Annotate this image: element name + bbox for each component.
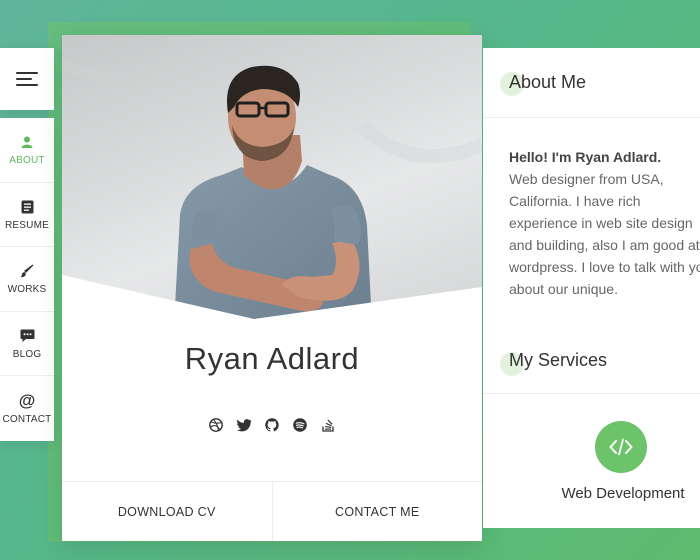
service-label-web-development: Web Development [561, 485, 685, 502]
nav-item-resume[interactable]: RESUME [0, 183, 54, 248]
services-header: My Services [483, 324, 700, 394]
about-line: and building, also I am good at [509, 237, 700, 253]
about-header: About Me [483, 48, 700, 118]
brush-icon [20, 262, 34, 280]
about-line: Web designer from USA, [509, 171, 664, 187]
nav-label-works: WORKS [7, 284, 47, 296]
download-cv-button[interactable]: DOWNLOAD CV [62, 482, 272, 541]
services-title: My Services [509, 350, 608, 370]
document-icon [21, 198, 34, 216]
content-panel: About Me Hello! I'm Ryan Adlard. Web des… [483, 48, 700, 528]
nav-label-contact: CONTACT [2, 414, 52, 426]
about-greeting: Hello! I'm Ryan Adlard. [509, 149, 662, 165]
nav-item-contact[interactable]: @ CONTACT [0, 376, 54, 441]
at-icon: @ [18, 391, 36, 411]
user-icon [21, 133, 33, 151]
chat-icon [20, 327, 35, 345]
about-line: wordpress. I love to talk with you [509, 259, 700, 275]
github-icon[interactable] [264, 417, 280, 433]
profile-name: Ryan Adlard [184, 341, 360, 376]
social-links [62, 417, 482, 433]
about-line: about our unique. [509, 281, 618, 297]
nav-label-blog: BLOG [12, 349, 42, 361]
stackoverflow-icon[interactable] [320, 417, 336, 433]
nav-label-about: ABOUT [9, 155, 45, 167]
about-line: experience in web site design [509, 215, 693, 231]
nav-item-blog[interactable]: BLOG [0, 312, 54, 377]
photo-divider [62, 275, 482, 335]
menu-button[interactable] [0, 48, 54, 110]
hamburger-icon [16, 72, 38, 86]
card-actions: DOWNLOAD CV CONTACT ME [62, 481, 482, 541]
dribbble-icon[interactable] [208, 417, 224, 433]
side-nav: ABOUT RESUME WORKS BLOG @ CONTACT [0, 118, 54, 441]
about-title: About Me [509, 72, 587, 92]
spotify-icon[interactable] [292, 417, 308, 433]
contact-me-button[interactable]: CONTACT ME [271, 482, 483, 541]
profile-photo [62, 35, 482, 335]
twitter-icon[interactable] [236, 417, 252, 433]
nav-item-works[interactable]: WORKS [0, 247, 54, 312]
profile-card: Ryan Adlard DOWNLOAD CV CONTACT ME [62, 35, 482, 541]
code-icon [595, 421, 647, 473]
nav-label-resume: RESUME [5, 219, 49, 231]
nav-item-about[interactable]: ABOUT [0, 118, 54, 183]
about-text: Hello! I'm Ryan Adlard. Web designer fro… [509, 146, 700, 300]
about-line: California. I have rich [509, 193, 641, 209]
